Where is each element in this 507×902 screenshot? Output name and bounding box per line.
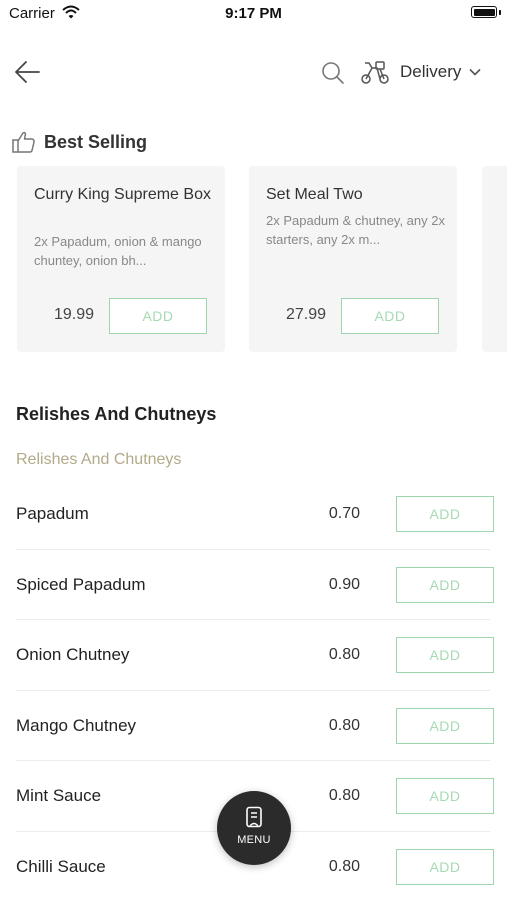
card-item-name: Curry King Supreme Box [34,184,214,205]
best-selling-card[interactable]: Curry King Supreme Box 2x Papadum, onion… [17,166,225,352]
list-item[interactable]: Mango Chutney 0.80 ADD [16,691,490,762]
back-button[interactable] [12,56,44,88]
battery-tip [499,10,501,15]
status-bar: Carrier 9:17 PM [0,0,507,28]
card-item-price: 19.99 [34,306,94,324]
item-name: Mint Sauce [16,786,101,806]
list-item[interactable]: Onion Chutney 0.80 ADD [16,620,490,691]
add-button[interactable]: ADD [109,298,207,334]
card-item-price: 27.99 [266,306,326,324]
add-button[interactable]: ADD [341,298,439,334]
best-selling-header: Best Selling [12,128,147,156]
item-name: Spiced Papadum [16,575,145,595]
add-button[interactable]: ADD [396,496,494,532]
nav-bar: Delivery [0,52,507,92]
menu-book-icon [245,806,263,828]
menu-fab-label: MENU [217,834,291,846]
add-button[interactable]: ADD [396,637,494,673]
status-time: 9:17 PM [0,5,507,22]
list-item[interactable]: Papadum 0.70 ADD [16,479,490,550]
item-name: Chilli Sauce [16,857,106,877]
add-button[interactable]: ADD [396,778,494,814]
item-price: 0.80 [316,646,360,664]
add-button[interactable]: ADD [396,849,494,885]
delivery-label: Delivery [400,62,461,82]
item-name: Papadum [16,504,89,524]
add-button[interactable]: ADD [396,567,494,603]
scooter-icon [360,59,390,85]
item-price: 0.90 [316,576,360,594]
item-name: Onion Chutney [16,645,129,665]
add-button[interactable]: ADD [396,708,494,744]
list-item[interactable]: Spiced Papadum 0.90 ADD [16,550,490,621]
search-button[interactable] [320,60,346,86]
card-item-description: 2x Papadum, onion & mango chuntey, onion… [34,232,214,270]
best-selling-title: Best Selling [44,132,147,153]
thumbs-up-icon [12,131,36,153]
chevron-down-icon [469,68,481,76]
search-icon [320,60,346,86]
item-price: 0.80 [316,717,360,735]
card-item-name: Set Meal Two [266,184,446,205]
arrow-left-icon [12,56,44,88]
best-selling-card-peek[interactable] [482,166,507,352]
delivery-selector[interactable]: Delivery [360,56,481,88]
item-name: Mango Chutney [16,716,136,736]
menu-fab-button[interactable]: MENU [217,791,291,865]
card-item-description: 2x Papadum & chutney, any 2x starters, a… [266,211,446,249]
best-selling-card[interactable]: Set Meal Two 2x Papadum & chutney, any 2… [249,166,457,352]
subsection-title: Relishes And Chutneys [16,451,181,469]
item-price: 0.70 [316,505,360,523]
section-title: Relishes And Chutneys [16,404,216,425]
battery-icon [471,6,497,18]
item-price: 0.80 [316,858,360,876]
item-price: 0.80 [316,787,360,805]
